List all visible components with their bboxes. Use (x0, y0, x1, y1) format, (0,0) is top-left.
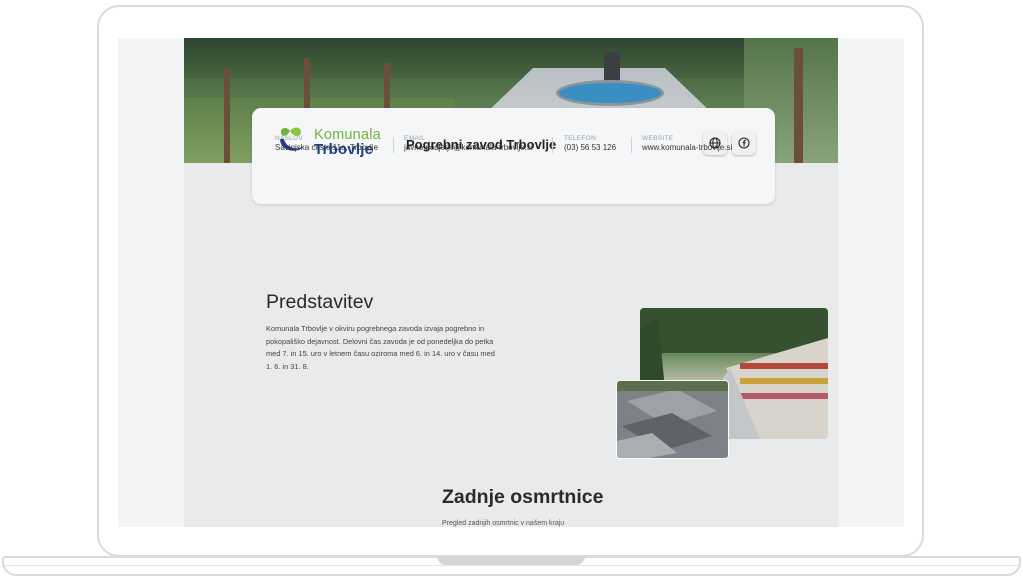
browser-viewport: Komunala Trbovlje Pogrebni zavod Trbovlj… (118, 38, 904, 527)
cemetery-photo-graves (616, 380, 729, 459)
laptop-notch (437, 556, 585, 565)
divider (393, 137, 394, 153)
facebook-button[interactable] (732, 131, 756, 155)
contact-email[interactable]: EMAIL javno.podjetje@komunala-trbovlje.s… (404, 135, 533, 153)
funeral-home-page: Komunala Trbovlje Pogrebni zavod Trbovlj… (184, 38, 838, 527)
contact-label: WEBSITE (642, 135, 674, 142)
divider (552, 137, 553, 153)
intro-text: Komunala Trbovlje v okviru pogrebnega za… (266, 324, 495, 371)
obituaries-subtitle: Pregled zadnjih osmrtnic v našem kraju (442, 520, 565, 527)
contact-card: Komunala Trbovlje Pogrebni zavod Trbovlj… (252, 108, 775, 204)
obituaries-title: Zadnje osmrtnice (442, 486, 604, 508)
intro-title: Predstavitev (266, 291, 374, 313)
laptop-base-line (4, 565, 1019, 566)
contact-address: NASLOV Savinjska cesta 11a, Trbovlje (275, 135, 378, 153)
contact-value[interactable]: www.komunala-trbovlje.si (642, 143, 732, 153)
contact-value[interactable]: (03) 56 53 126 (564, 143, 616, 153)
contact-label: EMAIL (404, 135, 426, 142)
contact-phone[interactable]: TELEFON (03) 56 53 126 (564, 135, 616, 153)
contact-value[interactable]: javno.podjetje@komunala-trbovlje.si (404, 143, 533, 153)
contact-label: NASLOV (275, 135, 304, 142)
contact-label: TELEFON (564, 135, 597, 142)
facebook-icon (738, 137, 750, 149)
contact-value: Savinjska cesta 11a, Trbovlje (275, 143, 379, 152)
divider (631, 137, 632, 153)
contact-website[interactable]: WEBSITE www.komunala-trbovlje.si (642, 135, 732, 153)
